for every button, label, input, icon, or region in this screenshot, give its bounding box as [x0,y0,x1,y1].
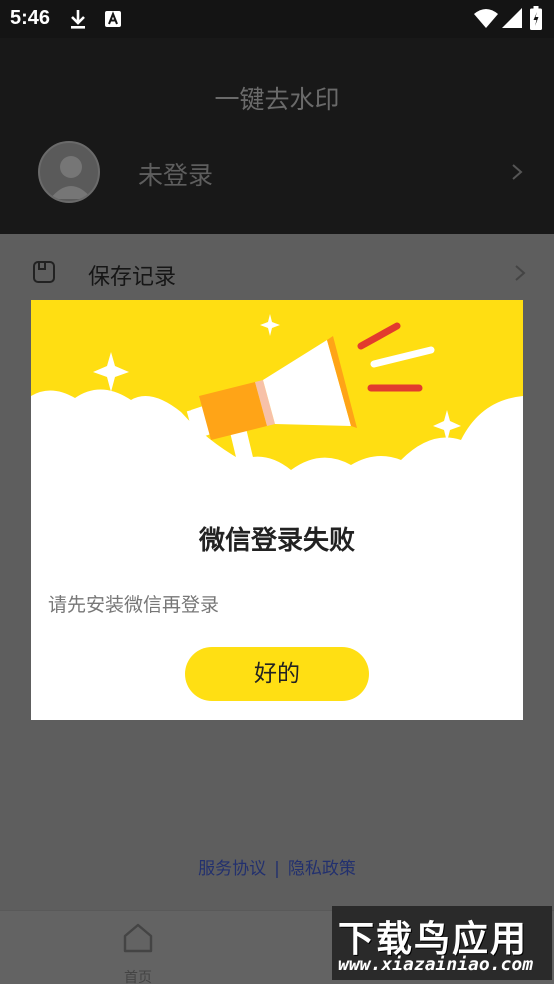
terms-link[interactable]: 服务协议 [198,854,266,879]
watermark-url: www.xiazainiao.com [338,954,534,975]
a-icon [105,11,121,27]
megaphone-illustration [31,300,523,520]
menu-item-label: 保存记录 [88,265,177,290]
login-failed-dialog: 微信登录失败 请先安装微信再登录 好的 [31,300,523,720]
app-title: 一键去水印 [214,85,340,114]
download-icon [71,10,85,29]
ok-button[interactable]: 好的 [185,647,369,701]
login-status-label[interactable]: 未登录 [138,156,213,192]
signal-icon [502,8,522,28]
avatar[interactable] [38,141,100,203]
menu-item-save-records[interactable]: 保存记录 [0,234,554,310]
link-separator: | [274,859,280,879]
watermark: 下载鸟应用 www.xiazainiao.com [332,906,552,980]
tab-home[interactable]: 首页 [108,921,168,984]
profile-header: 一键去水印 未登录 [0,38,554,234]
status-bar: 5:46 [0,0,554,38]
dialog-title: 微信登录失败 [198,526,355,556]
battery-icon [530,6,542,30]
wifi-icon [474,9,498,28]
privacy-link[interactable]: 隐私政策 [288,854,356,879]
save-icon [33,261,55,283]
tab-home-label: 首页 [124,970,152,984]
status-time: 5:46 [10,7,51,29]
footer-links: 服务协议 | 隐私政策 [0,854,554,879]
chevron-right-icon[interactable] [510,162,524,182]
chevron-right-icon [515,265,526,281]
dialog-message: 请先安装微信再登录 [48,594,220,616]
home-icon [123,923,153,953]
avatar-icon [50,156,92,199]
